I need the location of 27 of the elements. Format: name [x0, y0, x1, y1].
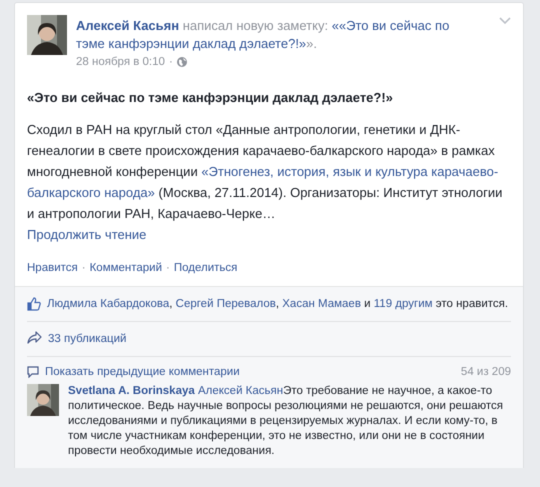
- liker-link[interactable]: Людмила Кабардокова: [47, 298, 170, 310]
- show-previous-comments-link[interactable]: Показать предыдущие комментарии: [45, 364, 240, 380]
- liker-link[interactable]: Хасан Мамаев: [282, 298, 361, 310]
- liker-link[interactable]: Сергей Перевалов: [176, 298, 276, 310]
- post-header: Алексей Касьян написал новую заметку: ««Это ви сейчас по тэме канфэрэнции даклад дэлаете?!»».: [76, 17, 450, 53]
- comment-count: 54 из 209: [460, 365, 511, 380]
- liker-link[interactable]: 119 другим: [374, 298, 433, 310]
- shares-link[interactable]: 33 публикаций: [48, 331, 126, 347]
- globe-icon: [176, 57, 187, 67]
- share-arrow-icon: [27, 331, 42, 344]
- author-link[interactable]: Алексей Касьян: [76, 18, 180, 33]
- likes-text: Людмила Кабардокова, Сергей Перевалов, Хасан Мамаев и 119 другим это нравится.: [47, 297, 508, 312]
- action-link[interactable]: Поделиться: [174, 262, 238, 274]
- separator-dot: ·: [168, 56, 173, 68]
- separator-dot: ·: [166, 262, 170, 274]
- post-text: Сходил в РАН на круглый стол «Данные антропологии, генетики и ДНК-генеалогии в свете происхождения карачаево-балкарского народа» в рамках многодневной конференции «Этногенез, история, язык и культура карачаево-балкарского народа» (Москва, 27.11.2014). Организаторы: Институт этнологии и антропологии РАН, Карачаево-Черке…: [27, 121, 504, 223]
- comment-author-link[interactable]: Svetlana A. Borinskaya: [68, 385, 195, 397]
- comment-bubble-icon: [27, 366, 39, 378]
- action-link[interactable]: Комментарий: [90, 262, 162, 274]
- mention-link[interactable]: Алексей Касьян: [198, 385, 284, 397]
- chevron-down-icon[interactable]: [499, 17, 511, 25]
- separator-dot: ·: [82, 262, 86, 274]
- action-link[interactable]: Нравится: [27, 262, 78, 274]
- read-more-link[interactable]: Продолжить чтение: [27, 224, 146, 245]
- thumbs-up-icon: [27, 297, 41, 311]
- note-title: «Это ви сейчас по тэме канфэрэнции даклад дэлаете?!»: [27, 89, 394, 107]
- comment-text: Svetlana A. Borinskaya Алексей КасьянЭто требование не научное, а какое-то политическое. Ведь научные вопросы резолюциями не решаются, они решаются исследованиями и публикациями в рецензируемых журналах. И если кому-то, в том числе участникам конференции, это не известно, или они не в состоянии провести необходимые исследования.: [68, 384, 504, 459]
